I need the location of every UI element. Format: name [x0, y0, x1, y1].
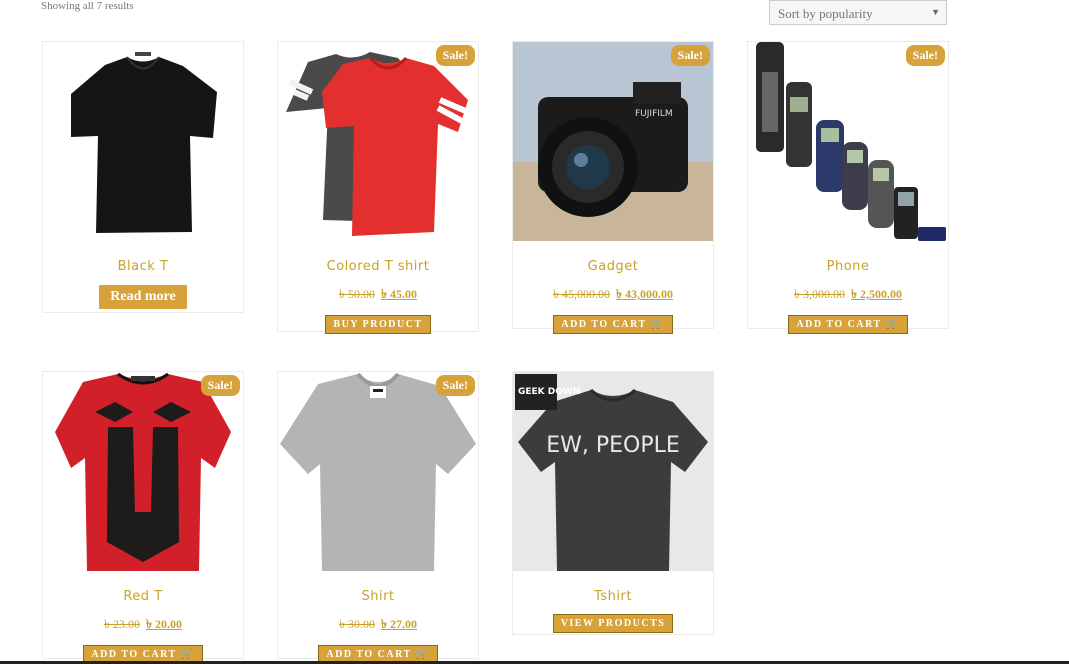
cart-icon: 🛒	[885, 319, 900, 330]
price: ৳ 3,000.00 ৳ 2,500.00	[748, 286, 948, 306]
old-price: ৳ 45,000.00	[553, 287, 610, 301]
product-title[interactable]: Colored T shirt	[278, 259, 478, 274]
old-price: ৳ 30.00	[339, 617, 375, 631]
product-title[interactable]: Red T	[43, 589, 243, 604]
price: ৳ 50.00 ৳ 45.00	[278, 286, 478, 306]
sale-badge: Sale!	[200, 375, 240, 396]
results-count: Showing all 7 results	[41, 0, 134, 12]
product-card-colored-t-shirt[interactable]: Sale! Colored T shirt ৳ 50.00 ৳ 45.00 BU…	[277, 41, 479, 334]
sale-price: ৳ 20.00	[146, 617, 182, 631]
product-image[interactable]: Sale!	[278, 42, 478, 241]
sale-price: ৳ 43,000.00	[616, 287, 673, 301]
old-price: ৳ 50.00	[339, 287, 375, 301]
button-label: ADD TO CART	[561, 319, 647, 330]
cart-icon: 🛒	[650, 319, 665, 330]
button-label: ADD TO CART	[326, 649, 412, 660]
sort-dropdown[interactable]: Sort by popularity ▼	[769, 0, 947, 25]
sale-price: ৳ 2,500.00	[851, 287, 902, 301]
geek-logo-text: GEEK DOWN	[518, 387, 580, 397]
sale-badge: Sale!	[905, 45, 945, 66]
button-label: ADD TO CART	[91, 649, 177, 660]
old-price: ৳ 23.00	[104, 617, 140, 631]
product-card-red-t[interactable]: Sale! Red T ৳ 23.00 ৳ 20.00 ADD TO CART 🛒	[42, 371, 244, 664]
product-title[interactable]: Tshirt	[513, 589, 713, 604]
product-image[interactable]: Sale!	[748, 42, 948, 241]
sale-price: ৳ 27.00	[381, 617, 417, 631]
old-price: ৳ 3,000.00	[794, 287, 845, 301]
price: ৳ 30.00 ৳ 27.00	[278, 616, 478, 636]
product-card-black-t[interactable]: Black T Read more	[42, 41, 244, 313]
product-card-phone[interactable]: Sale! Phone ৳ 3,000.00 ৳ 2,500.00 ADD TO…	[747, 41, 949, 334]
cart-icon: 🛒	[415, 649, 430, 660]
product-title[interactable]: Shirt	[278, 589, 478, 604]
product-image[interactable]: Sale!	[278, 372, 478, 571]
button-label: ADD TO CART	[796, 319, 882, 330]
product-card-shirt[interactable]: Sale! Shirt ৳ 30.00 ৳ 27.00 ADD TO CART 🛒	[277, 371, 479, 664]
camera-brand: FUJIFILM	[635, 109, 673, 119]
product-image[interactable]: FUJIFILM Sale!	[513, 42, 713, 241]
product-title[interactable]: Phone	[748, 259, 948, 274]
price: ৳ 23.00 ৳ 20.00	[43, 616, 243, 636]
product-image[interactable]	[43, 42, 243, 241]
price: ৳ 45,000.00 ৳ 43,000.00	[513, 286, 713, 306]
chevron-down-icon: ▼	[931, 7, 940, 17]
product-image[interactable]: Sale!	[43, 372, 243, 571]
add-to-cart-button[interactable]: ADD TO CART 🛒	[553, 315, 673, 334]
sale-badge: Sale!	[435, 375, 475, 396]
product-title[interactable]: Gadget	[513, 259, 713, 274]
product-card-tshirt[interactable]: EW, PEOPLE GEEK DOWN Tshirt VIEW PRODUCT…	[512, 371, 714, 635]
shirt-print-text: EW, PEOPLE	[546, 433, 680, 458]
add-to-cart-button[interactable]: ADD TO CART 🛒	[788, 315, 908, 334]
sort-selected-label: Sort by popularity	[778, 6, 873, 21]
sale-badge: Sale!	[435, 45, 475, 66]
buy-product-button[interactable]: BUY PRODUCT	[325, 315, 431, 334]
sale-price: ৳ 45.00	[381, 287, 417, 301]
product-title[interactable]: Black T	[43, 259, 243, 274]
product-image[interactable]: EW, PEOPLE GEEK DOWN	[513, 372, 713, 571]
product-card-gadget[interactable]: FUJIFILM Sale! Gadget ৳ 45,000.00 ৳ 43,0…	[512, 41, 714, 334]
read-more-button[interactable]: Read more	[99, 285, 187, 309]
sale-badge: Sale!	[670, 45, 710, 66]
cart-icon: 🛒	[180, 649, 195, 660]
view-products-button[interactable]: VIEW PRODUCTS	[552, 614, 674, 633]
